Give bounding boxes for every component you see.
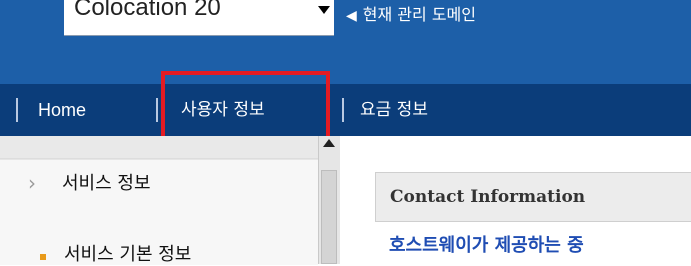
nav-billing-info[interactable]: 요금 정보: [360, 84, 428, 136]
domain-hint-label: 현재 관리 도메인: [362, 5, 476, 24]
sidebar-item-service-info[interactable]: 서비스 정보: [62, 169, 151, 195]
left-triangle-icon: ◀: [346, 8, 357, 24]
scroll-up-arrow-icon[interactable]: [323, 139, 335, 147]
sidebar-scrollbar[interactable]: [318, 136, 340, 264]
dropdown-arrow-icon[interactable]: [318, 6, 330, 14]
top-header: Colocation 20 ◀ 현재 관리 도메인: [0, 0, 691, 84]
nav-separator: [16, 98, 18, 122]
nav-user-info[interactable]: 사용자 정보: [181, 84, 265, 136]
contact-info-title: Contact Information: [390, 187, 586, 207]
nav-separator: [156, 98, 158, 122]
contact-info-link[interactable]: 호스트웨이가 제공하는 중: [389, 231, 584, 257]
main-nav: Home 사용자 정보 요금 정보: [0, 84, 691, 136]
bullet-icon: [40, 254, 46, 260]
domain-hint: ◀ 현재 관리 도메인: [346, 0, 476, 30]
scrollbar-thumb[interactable]: [321, 170, 337, 264]
sidebar-top-strip: [0, 136, 318, 159]
sidebar-subitem-service-basic-info[interactable]: 서비스 기본 정보: [64, 240, 191, 266]
nav-separator: [342, 98, 344, 122]
domain-select-value: Colocation 20: [74, 0, 221, 21]
domain-select[interactable]: Colocation 20: [64, 0, 334, 36]
contact-info-header: Contact Information: [375, 172, 691, 222]
sidebar: › 서비스 정보 서비스 기본 정보: [0, 136, 318, 266]
chevron-right-icon: ›: [28, 171, 36, 195]
main-content: Contact Information 호스트웨이가 제공하는 중: [341, 136, 691, 264]
nav-home[interactable]: Home: [38, 84, 86, 136]
